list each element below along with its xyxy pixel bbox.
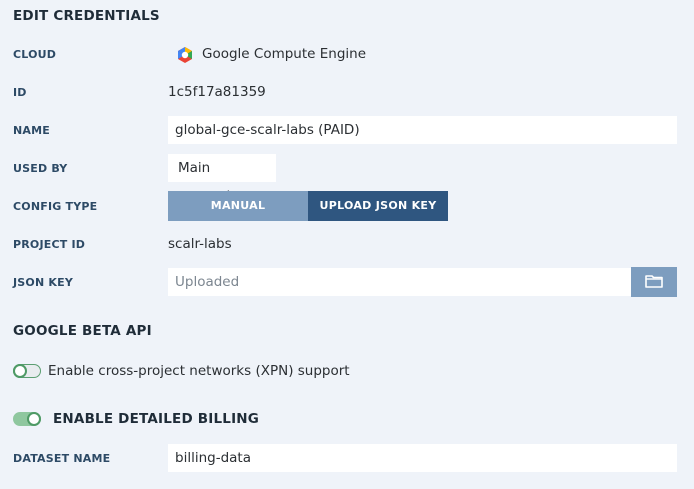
detailed-billing-toggle-knob [27, 412, 41, 426]
config-type-manual-button[interactable]: MANUAL [168, 191, 308, 221]
dataset-name-label: DATASET NAME [13, 452, 111, 465]
json-key-browse-button[interactable] [631, 267, 677, 297]
cloud-label: CLOUD [13, 48, 57, 61]
id-value: 1c5f17a81359 [168, 84, 266, 100]
config-type-upload-json-key-button[interactable]: UPLOAD JSON KEY [308, 191, 448, 221]
json-key-label: JSON KEY [13, 276, 74, 289]
xpn-toggle-label: Enable cross-project networks (XPN) supp… [48, 363, 350, 379]
used-by-select[interactable]: Main account [168, 154, 276, 204]
used-by-label: USED BY [13, 162, 68, 175]
section-title-edit-credentials: EDIT CREDENTIALS [13, 8, 160, 24]
detailed-billing-toggle[interactable] [13, 412, 41, 426]
name-label: NAME [13, 124, 50, 137]
folder-icon [645, 273, 663, 292]
id-label: ID [13, 86, 27, 99]
json-key-input[interactable]: Uploaded [168, 268, 631, 296]
xpn-toggle[interactable] [13, 364, 41, 378]
cloud-value: Google Compute Engine [202, 46, 367, 62]
detailed-billing-label: ENABLE DETAILED BILLING [53, 411, 260, 427]
google-cloud-hexagon-icon [176, 46, 194, 64]
config-type-label: CONFIG TYPE [13, 200, 98, 213]
xpn-toggle-knob [13, 364, 27, 378]
project-id-label: PROJECT ID [13, 238, 86, 251]
dataset-name-input[interactable]: billing-data [168, 444, 677, 472]
name-input[interactable]: global-gce-scalr-labs (PAID) [168, 116, 677, 144]
section-title-google-beta-api: GOOGLE BETA API [13, 323, 152, 339]
project-id-value: scalr-labs [168, 236, 232, 252]
